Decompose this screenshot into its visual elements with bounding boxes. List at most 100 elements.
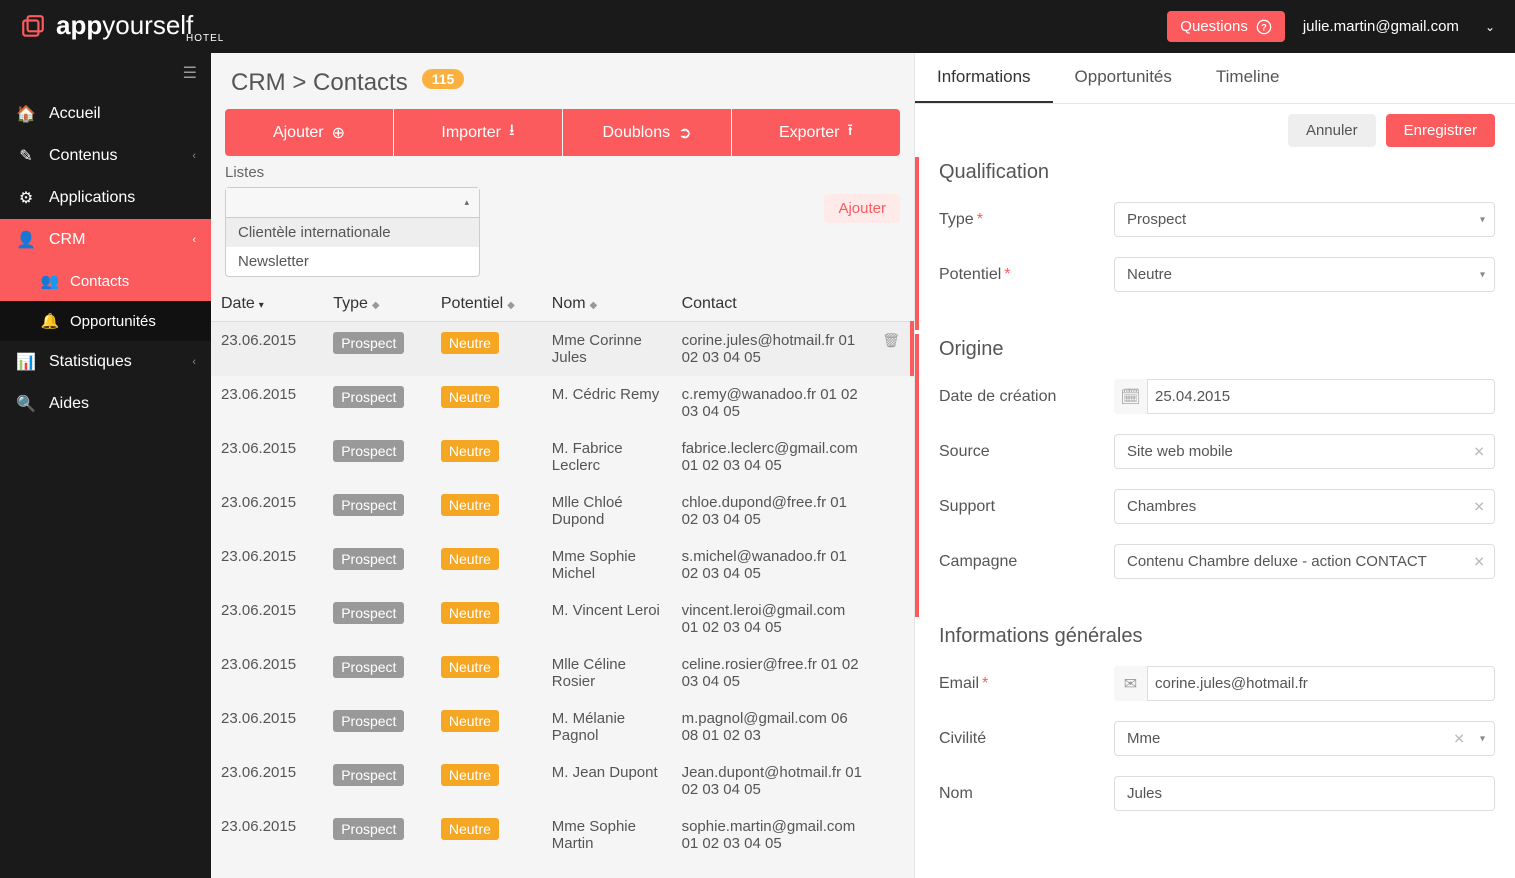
save-button[interactable]: Enregistrer (1386, 114, 1495, 147)
table-row[interactable]: 23.06.2015ProspectNeutreM. Cédric Remyc.… (211, 376, 912, 430)
sidebar-item-statistiques[interactable]: 📊 Statistiques ‹ (0, 341, 211, 383)
questions-label: Questions (1180, 18, 1248, 35)
table-row[interactable]: 23.06.2015ProspectNeutreMme Sophie Marti… (211, 808, 912, 862)
email-input[interactable] (1114, 666, 1495, 701)
type-badge: Prospect (333, 710, 404, 732)
cell-date: 23.06.2015 (211, 430, 323, 484)
table-row[interactable]: 23.06.2015ProspectNeutreMlle Céline Rosi… (211, 646, 912, 700)
user-email[interactable]: julie.martin@gmail.com (1303, 18, 1459, 35)
clear-icon[interactable]: ✕ (1473, 553, 1485, 570)
cell-potentiel: Neutre (431, 592, 542, 646)
table-row[interactable]: 23.06.2015ProspectNeutreMlle Chloé Dupon… (211, 484, 912, 538)
cell-date: 23.06.2015 (211, 700, 323, 754)
tab-informations[interactable]: Informations (915, 53, 1053, 103)
potentiel-badge: Neutre (441, 332, 499, 354)
cell-nom: Mlle Chloé Dupond (542, 484, 672, 538)
col-type[interactable]: Type◆ (323, 287, 431, 322)
clear-icon[interactable]: ✕ (1473, 443, 1485, 460)
cell-nom: Mme Sophie Michel (542, 538, 672, 592)
sidebar-item-label: Statistiques (49, 353, 132, 371)
edit-icon: ✎ (15, 146, 37, 166)
sidebar-subitem-opportunites[interactable]: 🔔 Opportunités (0, 301, 211, 341)
nom-label: Nom (939, 785, 1114, 803)
table-row[interactable]: 23.06.2015ProspectNeutreM. Jean DupontJe… (211, 754, 912, 808)
table-row[interactable]: 23.06.2015ProspectNeutreM. Mélanie Pagno… (211, 700, 912, 754)
sidebar-item-applications[interactable]: ⚙ Applications (0, 177, 211, 219)
clear-icon[interactable]: ✕ (1453, 730, 1465, 747)
sidebar-item-aides[interactable]: 🔍 Aides (0, 383, 211, 425)
doublons-button[interactable]: Doublons➲ (563, 109, 731, 156)
chevron-left-icon: ‹ (192, 356, 196, 368)
col-potentiel[interactable]: Potentiel◆ (431, 287, 542, 322)
potentiel-badge: Neutre (441, 386, 499, 408)
cell-date: 23.06.2015 (211, 646, 323, 700)
caret-down-icon[interactable]: ▾ (1480, 269, 1485, 280)
dropdown-option[interactable]: Clientèle internationale (226, 218, 479, 247)
cell-type: Prospect (323, 592, 431, 646)
user-menu-chevron-icon[interactable]: ⌄ (1485, 20, 1495, 34)
importer-button[interactable]: Importer⭳ (394, 109, 562, 156)
nom-input[interactable] (1114, 776, 1495, 811)
col-date[interactable]: Date▾ (211, 287, 323, 322)
cell-type: Prospect (323, 430, 431, 484)
type-select[interactable]: Prospect (1114, 202, 1495, 237)
sidebar: ☰ 🏠 Accueil ✎ Contenus ‹ ⚙ Applications … (0, 53, 211, 878)
cell-nom: Mme Corinne Jules (542, 322, 672, 377)
date-creation-label: Date de création (939, 388, 1114, 406)
caret-down-icon[interactable]: ▾ (1480, 733, 1485, 744)
support-label: Support (939, 498, 1114, 516)
cancel-button[interactable]: Annuler (1288, 114, 1376, 147)
civilite-select[interactable]: Mme (1114, 721, 1495, 756)
type-badge: Prospect (333, 656, 404, 678)
sidebar-subitem-contacts[interactable]: 👥 Contacts (0, 261, 211, 301)
questions-button[interactable]: Questions ? (1167, 11, 1285, 42)
section-origine-title: Origine (939, 334, 1495, 361)
table-row[interactable]: 23.06.2015ProspectNeutreM. Fabrice Lecle… (211, 430, 912, 484)
table-row[interactable]: 23.06.2015ProspectNeutreMme Corinne Jule… (211, 322, 912, 377)
date-creation-input[interactable] (1114, 379, 1495, 414)
trash-icon[interactable]: 🗑 (882, 332, 900, 348)
sitemap-icon: ⚙ (15, 188, 37, 208)
filter-ajouter-button[interactable]: Ajouter (824, 194, 900, 223)
col-nom[interactable]: Nom◆ (542, 287, 672, 322)
count-badge: 115 (422, 69, 465, 89)
upload-icon: ⭱ (847, 119, 853, 146)
potentiel-label: Potentiel* (939, 266, 1114, 284)
sidebar-toggle-icon[interactable]: ☰ (183, 63, 197, 83)
dropdown-trigger[interactable]: ▴ (226, 188, 479, 218)
cell-nom: M. Jean Dupont (542, 754, 672, 808)
cell-potentiel: Neutre (431, 700, 542, 754)
tab-timeline[interactable]: Timeline (1194, 53, 1302, 103)
sidebar-item-accueil[interactable]: 🏠 Accueil (0, 93, 211, 135)
exporter-button[interactable]: Exporter⭱ (732, 109, 900, 156)
cell-potentiel: Neutre (431, 808, 542, 862)
brand-logo[interactable]: appyourself HOTEL (20, 10, 224, 44)
arrow-right-circle-icon: ➲ (678, 123, 691, 143)
sidebar-item-label: Aides (49, 395, 89, 413)
source-input[interactable] (1114, 434, 1495, 469)
campagne-input[interactable] (1114, 544, 1495, 579)
type-badge: Prospect (333, 386, 404, 408)
cell-contact: sophie.martin@gmail.com 01 02 03 04 05 (672, 808, 873, 862)
type-badge: Prospect (333, 494, 404, 516)
tab-opportunites[interactable]: Opportunités (1053, 53, 1194, 103)
sidebar-item-crm[interactable]: 👤 CRM ‹ (0, 219, 211, 261)
cell-contact: chloe.dupond@free.fr 01 02 03 04 05 (672, 484, 873, 538)
listes-dropdown[interactable]: ▴ Clientèle internationale Newsletter (225, 187, 480, 277)
user-icon: 👤 (15, 230, 37, 250)
clear-icon[interactable]: ✕ (1473, 498, 1485, 515)
type-label: Type* (939, 211, 1114, 229)
table-row[interactable]: 23.06.2015ProspectNeutreM. Vincent Leroi… (211, 592, 912, 646)
dropdown-option[interactable]: Newsletter (226, 247, 479, 276)
caret-down-icon[interactable]: ▾ (1480, 214, 1485, 225)
download-icon: ⭳ (509, 119, 515, 146)
ajouter-button[interactable]: Ajouter⊕ (225, 109, 393, 156)
support-input[interactable] (1114, 489, 1495, 524)
type-badge: Prospect (333, 764, 404, 786)
table-row[interactable]: 23.06.2015ProspectNeutreMme Sophie Miche… (211, 538, 912, 592)
sidebar-item-contenus[interactable]: ✎ Contenus ‹ (0, 135, 211, 177)
envelope-icon: ✉ (1114, 666, 1148, 701)
cell-date: 23.06.2015 (211, 754, 323, 808)
chart-icon: 📊 (15, 352, 37, 372)
potentiel-select[interactable]: Neutre (1114, 257, 1495, 292)
